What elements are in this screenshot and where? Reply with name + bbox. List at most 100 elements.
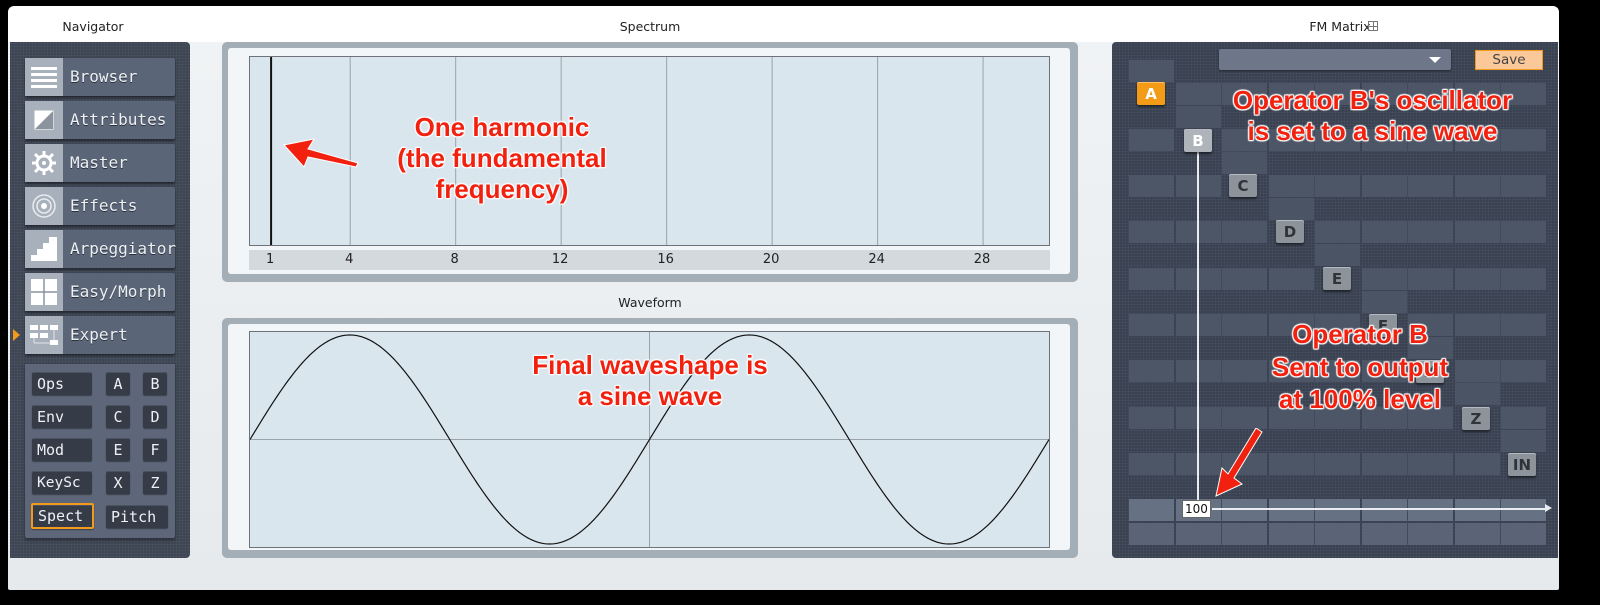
pan-cell[interactable] bbox=[1315, 523, 1360, 545]
matrix-cell[interactable] bbox=[1361, 268, 1407, 290]
operator-a[interactable]: A bbox=[1137, 82, 1165, 105]
matrix-cell[interactable] bbox=[1454, 175, 1500, 197]
matrix-cell[interactable] bbox=[1408, 221, 1453, 243]
op-e-button[interactable]: E bbox=[106, 438, 130, 461]
operator-d[interactable]: D bbox=[1276, 220, 1304, 243]
output-cell[interactable] bbox=[1408, 499, 1453, 521]
output-cell[interactable] bbox=[1315, 499, 1360, 521]
matrix-cell[interactable] bbox=[1129, 129, 1174, 151]
matrix-cell[interactable] bbox=[1501, 175, 1546, 197]
nav-item-master[interactable]: Master bbox=[25, 144, 175, 182]
spectrum-tick-label: 24 bbox=[868, 252, 885, 267]
matrix-cell[interactable] bbox=[1501, 268, 1546, 290]
op-x-button[interactable]: X bbox=[106, 471, 130, 494]
blocks-icon bbox=[25, 316, 63, 354]
operator-e[interactable]: E bbox=[1323, 267, 1351, 290]
op-z-button[interactable]: Z bbox=[143, 471, 167, 494]
pan-cell[interactable] bbox=[1175, 523, 1221, 545]
matrix-cell[interactable] bbox=[1129, 221, 1174, 243]
expand-icon[interactable] bbox=[1368, 21, 1378, 31]
mod-button[interactable]: Mod bbox=[32, 438, 92, 461]
output-line bbox=[1212, 508, 1547, 510]
op-f-button[interactable]: F bbox=[143, 438, 167, 461]
nav-item-easy-morph[interactable]: Easy/Morph bbox=[25, 273, 175, 311]
matrix-cell[interactable] bbox=[1454, 453, 1500, 475]
matrix-cell[interactable] bbox=[1501, 221, 1546, 243]
feedback-cell[interactable] bbox=[1361, 291, 1407, 313]
pan-cell[interactable] bbox=[1361, 523, 1407, 545]
pan-cell[interactable] bbox=[1222, 523, 1267, 545]
matrix-cell[interactable] bbox=[1501, 314, 1546, 336]
pan-cell[interactable] bbox=[1129, 523, 1174, 545]
list-icon bbox=[25, 58, 63, 96]
annotation-waveform: Final waveshape is a sine wave bbox=[532, 350, 768, 412]
nav-item-expert[interactable]: Expert bbox=[25, 316, 175, 354]
matrix-cell[interactable] bbox=[1268, 453, 1314, 475]
selected-indicator-icon bbox=[13, 329, 20, 341]
output-cell[interactable] bbox=[1222, 499, 1267, 521]
nav-item-effects[interactable]: Effects bbox=[25, 187, 175, 225]
preset-dropdown[interactable] bbox=[1219, 49, 1451, 70]
spectrum-tick-label: 28 bbox=[973, 252, 991, 267]
operator-c[interactable]: C bbox=[1229, 174, 1257, 197]
feedback-cell[interactable] bbox=[1222, 152, 1267, 174]
op-d-button[interactable]: D bbox=[143, 405, 167, 428]
pan-cell[interactable] bbox=[1501, 523, 1546, 545]
input-op[interactable]: IN bbox=[1508, 453, 1536, 476]
matrix-cell[interactable] bbox=[1408, 453, 1453, 475]
matrix-cell[interactable] bbox=[1315, 175, 1360, 197]
matrix-cell[interactable] bbox=[1315, 453, 1360, 475]
op-b-button[interactable]: B bbox=[143, 372, 167, 395]
matrix-cell[interactable] bbox=[1268, 175, 1314, 197]
annotation-arrow-output bbox=[1215, 428, 1263, 497]
output-cell[interactable] bbox=[1361, 499, 1407, 521]
ops-button[interactable]: Ops bbox=[32, 372, 92, 395]
spect-button[interactable]: Spect bbox=[31, 503, 94, 529]
output-cell[interactable] bbox=[1129, 499, 1174, 521]
matrix-cell[interactable] bbox=[1129, 314, 1174, 336]
matrix-cell[interactable] bbox=[1129, 360, 1174, 382]
pan-cell[interactable] bbox=[1454, 523, 1500, 545]
matrix-cell[interactable] bbox=[1222, 221, 1267, 243]
matrix-cell[interactable] bbox=[1129, 175, 1174, 197]
keysc-button[interactable]: KeySc bbox=[32, 471, 92, 494]
feedback-cell[interactable] bbox=[1315, 244, 1360, 266]
matrix-cell[interactable] bbox=[1408, 175, 1453, 197]
matrix-cell[interactable] bbox=[1501, 407, 1546, 429]
matrix-cell[interactable] bbox=[1361, 453, 1407, 475]
save-button[interactable]: Save bbox=[1475, 50, 1543, 70]
feedback-cell[interactable] bbox=[1501, 430, 1546, 452]
matrix-cell[interactable] bbox=[1501, 360, 1546, 382]
feedback-cell[interactable] bbox=[1268, 198, 1314, 220]
op-c-button[interactable]: C bbox=[106, 405, 130, 428]
nav-item-label: Expert bbox=[70, 325, 128, 344]
matrix-cell[interactable] bbox=[1408, 268, 1453, 290]
matrix-cell[interactable] bbox=[1268, 268, 1314, 290]
gear-icon bbox=[25, 144, 63, 182]
matrix-cell[interactable] bbox=[1129, 268, 1174, 290]
output-level-value[interactable]: 100 bbox=[1182, 500, 1211, 518]
matrix-cell[interactable] bbox=[1361, 221, 1407, 243]
output-cell[interactable] bbox=[1501, 499, 1546, 521]
output-cell[interactable] bbox=[1268, 499, 1314, 521]
nav-item-attributes[interactable]: Attributes bbox=[25, 101, 175, 139]
nav-item-arpeggiator[interactable]: Arpeggiator bbox=[25, 230, 176, 268]
pan-cell[interactable] bbox=[1268, 523, 1314, 545]
env-button[interactable]: Env bbox=[32, 405, 92, 428]
matrix-cell[interactable] bbox=[1129, 453, 1174, 475]
output-cell[interactable] bbox=[1454, 499, 1500, 521]
matrix-cell[interactable] bbox=[1454, 268, 1500, 290]
nav-item-browser[interactable]: Browser bbox=[25, 58, 175, 96]
matrix-cell[interactable] bbox=[1454, 221, 1500, 243]
op-a-button[interactable]: A bbox=[106, 372, 130, 395]
output-arrow-icon bbox=[1545, 504, 1552, 512]
pan-cell[interactable] bbox=[1408, 523, 1453, 545]
chevron-down-icon bbox=[1429, 57, 1441, 63]
matrix-cell[interactable] bbox=[1315, 221, 1360, 243]
matrix-cell[interactable] bbox=[1129, 407, 1174, 429]
pitch-button[interactable]: Pitch bbox=[106, 505, 168, 528]
matrix-cell[interactable] bbox=[1222, 268, 1267, 290]
matrix-cell[interactable] bbox=[1361, 175, 1407, 197]
nav-item-label: Browser bbox=[70, 67, 138, 86]
feedback-cell[interactable] bbox=[1129, 60, 1174, 82]
